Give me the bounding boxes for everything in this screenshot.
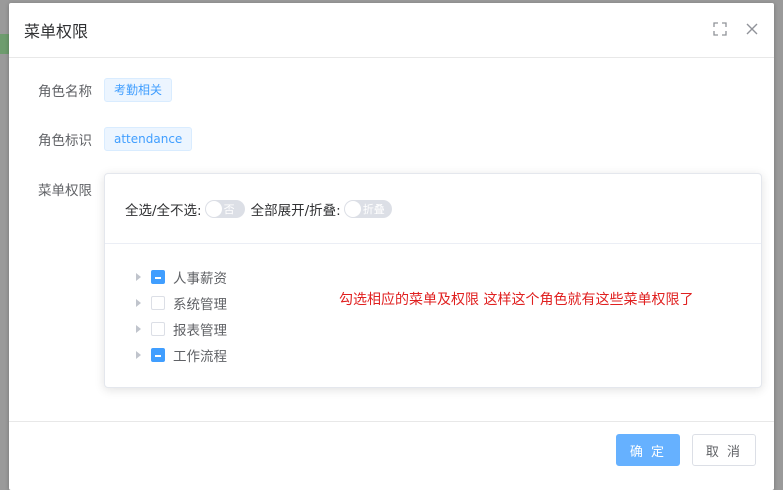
expand-collapse-switch-text: 折叠 xyxy=(362,202,385,216)
expand-collapse-label: 全部展开/折叠: xyxy=(250,202,341,219)
annotation-note: 勾选相应的菜单及权限 这样这个角色就有这些菜单权限了 xyxy=(339,292,694,308)
caret-right-icon[interactable] xyxy=(131,348,145,362)
select-all-switch[interactable]: 否 xyxy=(204,199,245,218)
tree-node-label: 系统管理 xyxy=(173,297,227,313)
role-name-tag: 考勤相关 xyxy=(104,78,173,102)
role-key-tag: attendance xyxy=(104,127,193,151)
tree-node-label: 报表管理 xyxy=(173,323,227,339)
tree-node[interactable]: 报表管理 xyxy=(131,316,761,342)
tree-node-checkbox[interactable] xyxy=(151,322,165,336)
cancel-button[interactable]: 取 消 xyxy=(692,434,756,466)
role-name-label: 角色名称 xyxy=(38,84,92,100)
menu-permission-dialog: 菜单权限 角色名称 考勤相关 角色标识 attendance 菜单权限 全选/全… xyxy=(9,3,774,490)
switch-knob xyxy=(344,200,361,217)
tree-node-label: 人事薪资 xyxy=(173,271,227,287)
role-key-row: 角色标识 attendance xyxy=(9,127,193,151)
dialog-footer: 确 定 取 消 xyxy=(9,421,774,490)
fullscreen-icon[interactable] xyxy=(712,21,728,37)
role-key-label: 角色标识 xyxy=(38,133,92,149)
switch-knob xyxy=(205,200,222,217)
select-all-label: 全选/全不选: xyxy=(125,202,202,219)
tree-toolbar: 全选/全不选: 否 全部展开/折叠: 折叠 xyxy=(105,174,761,244)
close-icon[interactable] xyxy=(744,21,760,37)
menu-permission-label: 菜单权限 xyxy=(38,183,92,199)
caret-right-icon[interactable] xyxy=(131,296,145,310)
role-name-row: 角色名称 考勤相关 xyxy=(9,78,173,102)
tree-node[interactable]: 人事薪资 xyxy=(131,264,761,290)
caret-right-icon[interactable] xyxy=(131,322,145,336)
tree-node-label: 工作流程 xyxy=(173,349,227,365)
expand-collapse-switch[interactable]: 折叠 xyxy=(343,199,392,218)
dialog-header: 菜单权限 xyxy=(9,3,774,58)
caret-right-icon[interactable] xyxy=(131,270,145,284)
dialog-title: 菜单权限 xyxy=(24,22,89,41)
menu-permission-panel: 全选/全不选: 否 全部展开/折叠: 折叠 人事薪资系统管理报表管理工作流程 xyxy=(104,173,762,388)
tree-node-checkbox[interactable] xyxy=(151,270,165,284)
tree-node-checkbox[interactable] xyxy=(151,348,165,362)
tree-node-checkbox[interactable] xyxy=(151,296,165,310)
tree-node[interactable]: 工作流程 xyxy=(131,342,761,368)
select-all-switch-text: 否 xyxy=(223,202,235,216)
menu-permission-row: 菜单权限 xyxy=(9,179,104,199)
header-actions xyxy=(712,21,760,37)
confirm-button[interactable]: 确 定 xyxy=(616,434,680,466)
